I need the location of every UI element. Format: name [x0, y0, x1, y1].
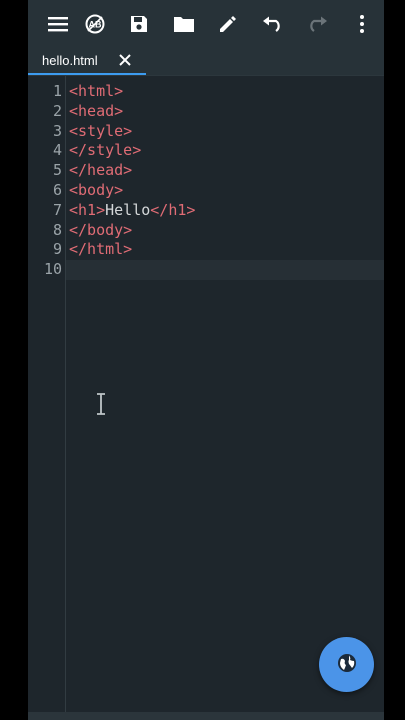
html-tag: </html>: [69, 240, 133, 259]
editor-app: AB hello.html: [28, 0, 384, 720]
redo-icon[interactable]: [305, 12, 329, 36]
folder-icon[interactable]: [172, 12, 196, 36]
html-tag: <style>: [69, 121, 133, 140]
code-line: <style>: [69, 122, 379, 142]
tab-label: hello.html: [42, 53, 98, 68]
close-icon[interactable]: [118, 52, 132, 66]
save-icon[interactable]: [127, 12, 151, 36]
preview-button[interactable]: [319, 637, 374, 692]
line-number: 2: [52, 101, 62, 120]
tab-bar: hello.html: [28, 48, 384, 76]
code-line: </body>: [69, 221, 379, 241]
code-line: </html>: [69, 240, 379, 260]
html-tag: <body>: [69, 181, 124, 199]
line-number: 9: [52, 240, 62, 259]
line-number: 4: [52, 141, 62, 160]
line-number: 3: [52, 121, 62, 140]
html-tag: <h1>: [69, 200, 106, 219]
bottom-bar: [28, 712, 384, 720]
html-tag: <head>: [69, 101, 124, 120]
line-number: 10: [43, 260, 62, 279]
active-tab-indicator: [28, 73, 146, 75]
html-tag: </head>: [69, 161, 133, 180]
text-cursor-icon: [94, 392, 108, 416]
code-line: <head>: [69, 102, 379, 122]
edit-icon[interactable]: [216, 12, 240, 36]
code-line: <h1>Hello</h1>: [69, 201, 379, 221]
menu-icon[interactable]: [46, 12, 70, 36]
undo-icon[interactable]: [261, 12, 285, 36]
line-number: 7: [52, 200, 62, 219]
line-number: 5: [52, 161, 62, 180]
html-tag: </style>: [69, 141, 142, 160]
globe-icon: [336, 652, 358, 678]
code-line: <body>: [69, 181, 379, 201]
toolbar: AB: [28, 0, 384, 48]
line-number: 8: [52, 220, 62, 239]
html-tag: </h1>: [150, 200, 196, 219]
text-content: Hello: [105, 200, 151, 219]
code-line: <html>: [69, 82, 379, 102]
code-line: </head>: [69, 161, 379, 181]
line-number-gutter: 1 2 3 4 5 6 7 8 9 10: [28, 76, 66, 716]
line-number: 6: [52, 181, 62, 199]
html-tag: <html>: [69, 82, 124, 100]
more-vert-icon[interactable]: [350, 12, 374, 36]
line-number: 1: [52, 82, 62, 100]
code-editor[interactable]: 1 2 3 4 5 6 7 8 9 10 <html> <head> <styl…: [28, 76, 384, 716]
autocomplete-icon[interactable]: AB: [83, 12, 107, 36]
code-line: </style>: [69, 141, 379, 161]
html-tag: </body>: [69, 220, 133, 239]
tab-hello-html[interactable]: hello.html: [28, 48, 146, 75]
